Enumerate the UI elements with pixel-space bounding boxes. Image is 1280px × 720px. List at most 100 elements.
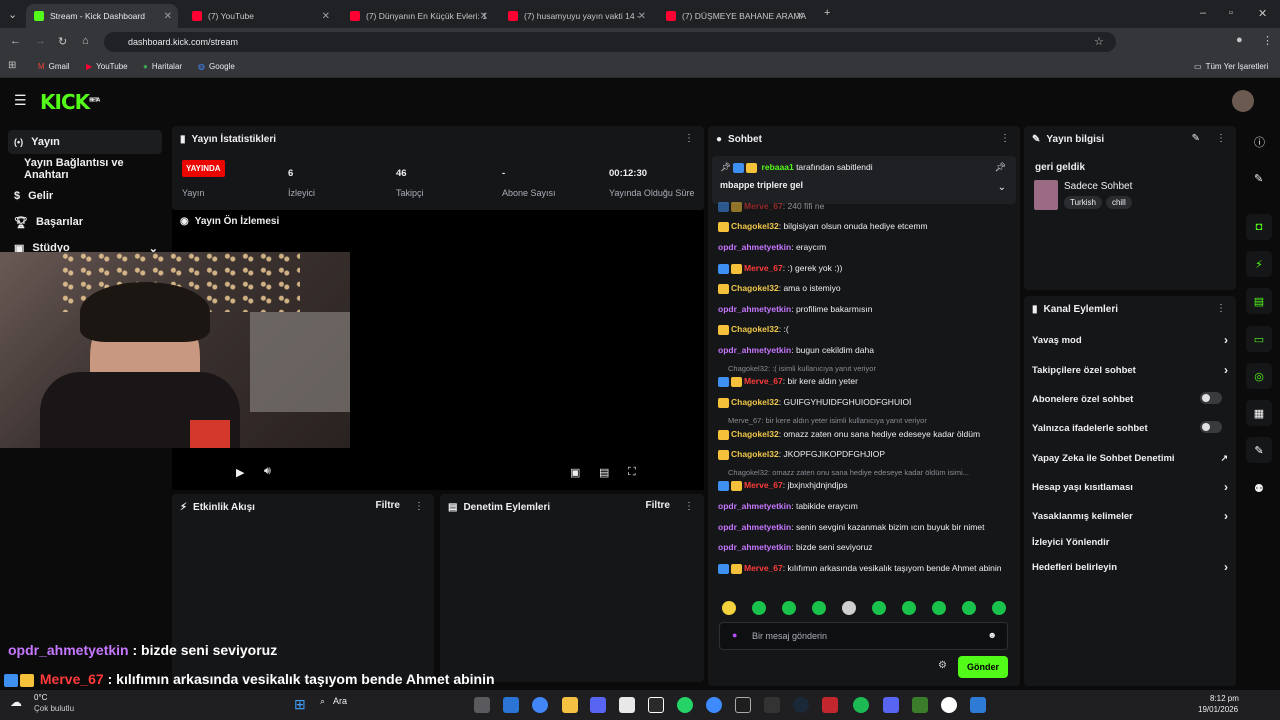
unpin-icon[interactable]: 📌︎: [995, 162, 1006, 173]
fullscreen-icon[interactable]: ⛶: [628, 466, 636, 479]
layers-icon[interactable]: ▦: [1246, 400, 1272, 426]
action-goals[interactable]: Hedefleri belirleyin ›: [1032, 560, 1228, 574]
chat-username[interactable]: opdr_ahmetyetkin: [718, 304, 791, 314]
chat-username[interactable]: Merve_67: [744, 201, 783, 211]
tab-youtube-4[interactable]: (7) DÜŞMEYE BAHANE ARAMA ✕: [658, 4, 810, 28]
chat-message[interactable]: Merve_67: kılıfımın arkasında vesikalık …: [718, 562, 1018, 574]
app-ek-icon[interactable]: [764, 697, 780, 713]
task-view-icon[interactable]: [474, 697, 490, 713]
bookmark-google[interactable]: ◍ Google: [198, 62, 235, 71]
windows-start-icon[interactable]: ⊞: [294, 696, 306, 713]
apps-icon[interactable]: ⊞: [8, 60, 16, 71]
bolt-icon[interactable]: ⚡︎: [1246, 251, 1272, 277]
close-icon[interactable]: ✕: [638, 11, 646, 22]
emote-icon[interactable]: [872, 601, 886, 615]
whatsapp-icon[interactable]: [677, 697, 693, 713]
filter-button[interactable]: Filtre: [646, 500, 670, 511]
chat-message[interactable]: Chagokel32: bilgisiyarı olsun onuda hedi…: [718, 220, 1018, 232]
pinned-message[interactable]: 📌︎ rebaaa1 tarafından sabitlendi mbappe …: [712, 156, 1016, 204]
file-explorer-icon[interactable]: [562, 697, 578, 713]
url-field[interactable]: dashboard.kick.com/stream: [104, 32, 1116, 52]
chat-message[interactable]: Chagokel32: ama o istemiyo: [718, 282, 1018, 294]
kebab-menu-icon[interactable]: ⋮: [684, 501, 694, 512]
microphone-icon[interactable]: ●: [732, 630, 737, 640]
chat-message[interactable]: opdr_ahmetyetkin: eraycım: [718, 241, 1018, 253]
app-w-icon[interactable]: [648, 697, 664, 713]
emote-icon[interactable]: [992, 601, 1006, 615]
taskbar-search[interactable]: ⌕ Ara: [320, 696, 347, 707]
chat-username[interactable]: Merve_67: [744, 563, 783, 573]
chat-username[interactable]: Chagokel32: [731, 324, 779, 334]
hamburger-menu-icon[interactable]: ☰: [14, 92, 27, 109]
kebab-menu-icon[interactable]: ⋮: [1216, 303, 1226, 314]
kick-logo[interactable]: KICKBETA: [40, 90, 100, 114]
tab-kick-dashboard[interactable]: Stream - Kick Dashboard ✕: [26, 4, 178, 28]
chat-message[interactable]: Chagokel32: :(: [718, 323, 1018, 335]
chat-username[interactable]: opdr_ahmetyetkin: [718, 501, 791, 511]
profile-icon[interactable]: ●: [1236, 34, 1243, 46]
bookmark-youtube[interactable]: ▶ YouTube: [86, 62, 128, 71]
action-followers-only[interactable]: Takipçilere özel sohbet ›: [1032, 363, 1228, 377]
play-icon[interactable]: ▶: [236, 466, 244, 479]
pip-icon[interactable]: ▣: [570, 466, 580, 479]
app-v-icon[interactable]: [735, 697, 751, 713]
action-emotes-only[interactable]: Yalnızca ifadelerle sohbet: [1032, 421, 1228, 434]
sidebar-item-stream[interactable]: (•) Yayın: [8, 130, 162, 154]
sidebar-item-revenue[interactable]: $ Gelir: [8, 184, 162, 208]
chat-username[interactable]: opdr_ahmetyetkin: [718, 522, 791, 532]
spotify-icon[interactable]: [853, 697, 869, 713]
chat-username[interactable]: Merve_67: [744, 376, 783, 386]
chat-message[interactable]: opdr_ahmetyetkin: bugun cekildim daha: [718, 344, 1018, 356]
chat-username[interactable]: Chagokel32: [731, 221, 779, 231]
action-raid[interactable]: İzleyici Yönlendir: [1032, 537, 1228, 548]
chat-username[interactable]: Chagokel32: [731, 283, 779, 293]
action-account-age[interactable]: Hesap yaşı kısıtlaması ›: [1032, 480, 1228, 494]
chrome-icon[interactable]: [532, 697, 548, 713]
chat-username[interactable]: Chagokel32: [731, 397, 779, 407]
bookmark-star-icon[interactable]: ☆: [1094, 35, 1104, 48]
send-button[interactable]: Gönder: [958, 656, 1008, 678]
discord-icon[interactable]: [590, 697, 606, 713]
tab-youtube-2[interactable]: (7) Dünyanın En Küçük Evleri: 1 ✕: [342, 4, 494, 28]
chat-message[interactable]: Merve_67: bir kere aldın yeter: [718, 375, 1018, 387]
window-close-icon[interactable]: ✕: [1258, 7, 1267, 20]
minimize-icon[interactable]: –: [1200, 7, 1206, 19]
new-tab-icon[interactable]: +: [824, 7, 830, 19]
emote-icon[interactable]: [782, 601, 796, 615]
emote-icon[interactable]: [932, 601, 946, 615]
emote-icon[interactable]: [812, 601, 826, 615]
forward-icon[interactable]: →: [35, 35, 46, 47]
chat-icon[interactable]: ▭: [1246, 326, 1272, 352]
chat-message[interactable]: opdr_ahmetyetkin: senin sevgini kazanmak…: [718, 521, 1018, 533]
chat-message[interactable]: Chagokel32: GUIFGYHUIDFGHUIODFGHUIOİ: [718, 396, 1018, 408]
toggle-switch[interactable]: [1200, 421, 1222, 433]
document-icon[interactable]: ▤: [1246, 288, 1272, 314]
action-slow-mode[interactable]: Yavaş mod ›: [1032, 333, 1228, 347]
chat-message[interactable]: opdr_ahmetyetkin: profilime bakarmısın: [718, 303, 1018, 315]
chat-username[interactable]: opdr_ahmetyetkin: [718, 542, 791, 552]
all-bookmarks[interactable]: ▭ Tüm Yer İşaretleri: [1194, 62, 1268, 71]
chevron-down-icon[interactable]: ⌄: [998, 182, 1006, 193]
bookmark-maps[interactable]: ● Haritalar: [143, 62, 182, 71]
maximize-icon[interactable]: ▫: [1229, 7, 1233, 19]
kebab-menu-icon[interactable]: ⋮: [1216, 133, 1226, 144]
action-ai-moderation[interactable]: Yapay Zeka ile Sohbet Denetimi ↗: [1032, 453, 1228, 464]
gear-icon[interactable]: ⚙: [938, 660, 947, 671]
theater-icon[interactable]: ▤: [599, 466, 609, 479]
sidebar-item-achievements[interactable]: 🏆︎ Başarılar: [8, 210, 162, 234]
minecraft-icon[interactable]: [912, 697, 928, 713]
info-icon[interactable]: ⓘ: [1254, 134, 1265, 150]
chat-message[interactable]: Chagokel32: omazz zaten onu sana hediye …: [718, 428, 1018, 440]
close-icon[interactable]: ✕: [480, 11, 488, 22]
broadcast-icon[interactable]: ◎: [1246, 363, 1272, 389]
tag[interactable]: Turkish: [1064, 196, 1102, 209]
category-name[interactable]: Sadece Sohbet: [1064, 181, 1132, 192]
emote-icon[interactable]: [902, 601, 916, 615]
tab-youtube[interactable]: (7) YouTube ✕: [184, 4, 336, 28]
back-icon[interactable]: ←: [10, 35, 21, 47]
app-icon[interactable]: [503, 697, 519, 713]
steam-icon[interactable]: [793, 697, 809, 713]
avatar[interactable]: [1232, 90, 1254, 112]
users-icon[interactable]: ⚉: [1254, 482, 1264, 495]
filter-button[interactable]: Filtre: [376, 500, 400, 511]
